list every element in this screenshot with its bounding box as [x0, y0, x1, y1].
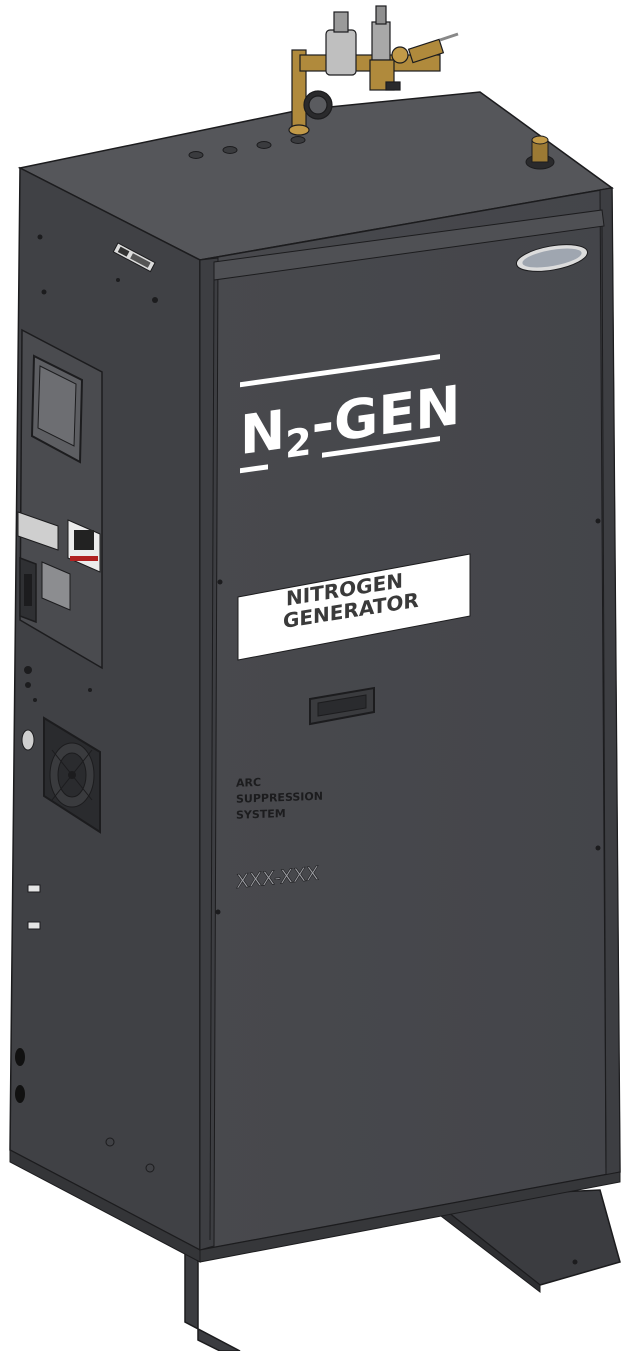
logo-n: N — [240, 398, 285, 467]
cabinet-front — [199, 187, 621, 1251]
system-line-1: ARC — [236, 776, 261, 790]
nitrogen-generator-cabinet-render: N2-GEN NITROGEN GENERATOR ARC SUPPRESSIO… — [9, 5, 621, 1351]
control-panel — [17, 328, 103, 670]
indicator-lamp — [21, 729, 35, 751]
logo-subscript: 2 — [285, 420, 311, 467]
cabinet-side-panel — [9, 166, 201, 1252]
system-line-3: SYSTEM — [236, 807, 286, 822]
